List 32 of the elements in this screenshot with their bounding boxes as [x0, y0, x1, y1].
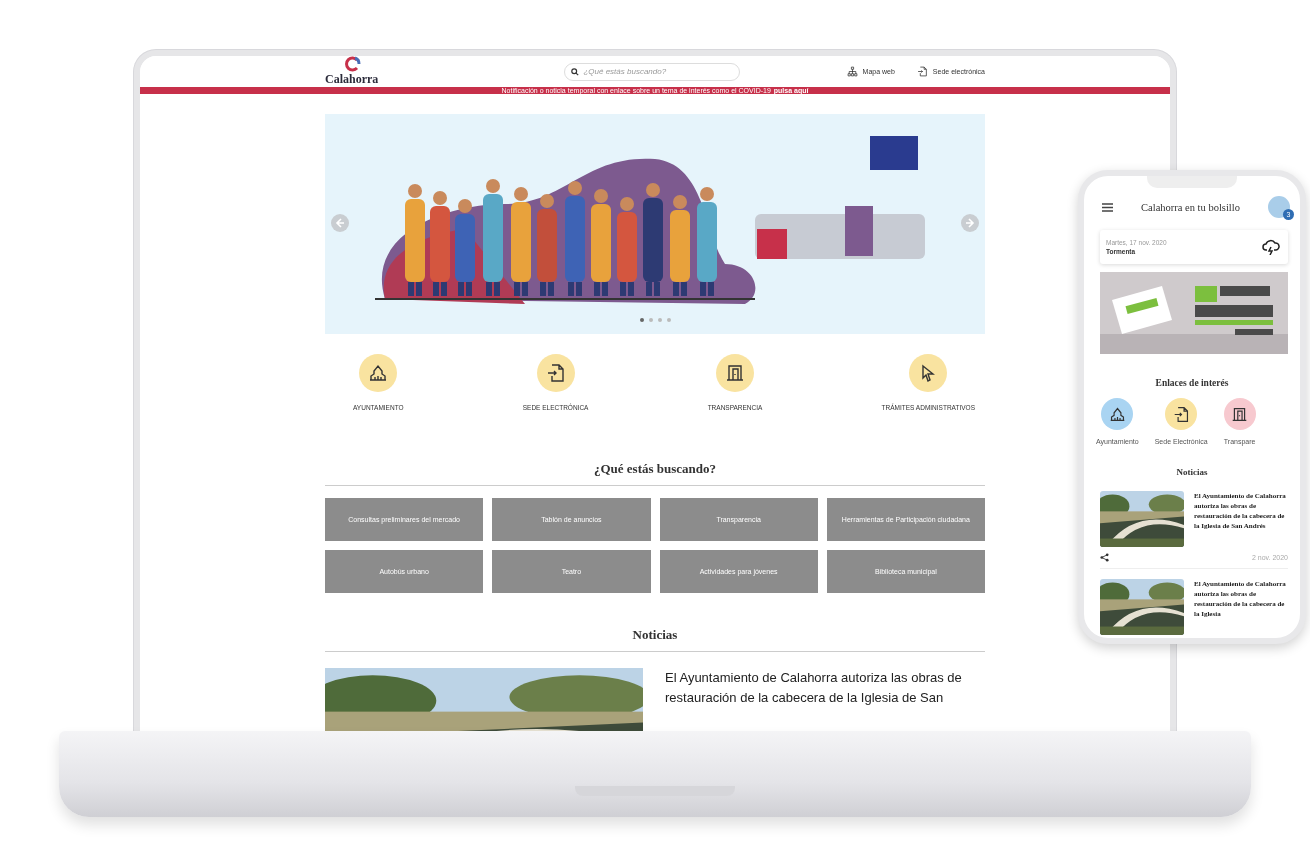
search-field[interactable]: ¿Qué estás buscando? [564, 62, 741, 81]
sitemap-icon [846, 66, 858, 77]
building-icon [368, 363, 389, 383]
document-icon [1172, 405, 1190, 423]
quick-link-button[interactable] [716, 354, 754, 392]
carousel-dot[interactable] [639, 318, 644, 322]
link-button[interactable] [1223, 398, 1256, 430]
door-icon [1231, 405, 1249, 423]
link-button[interactable] [1101, 398, 1134, 430]
door-icon [725, 363, 745, 383]
section-heading: Noticias [325, 627, 985, 652]
logo-icon [342, 56, 361, 72]
storm-cloud-icon [1262, 239, 1280, 255]
share-icon[interactable] [1100, 553, 1109, 562]
carousel-dot[interactable] [666, 318, 671, 322]
section-heading: Noticias [1175, 467, 1209, 477]
building-icon [1108, 405, 1126, 423]
search-icon [571, 67, 580, 76]
document-icon [545, 363, 566, 383]
quick-link-button[interactable] [359, 354, 398, 392]
carousel-dot[interactable] [648, 318, 653, 322]
section-heading: Enlaces de interés [1154, 378, 1230, 388]
app-title: Calahorra en tu bolsillo [1141, 201, 1240, 213]
link-button[interactable] [1165, 398, 1198, 430]
logo-text: Calahorra [325, 72, 379, 87]
menu-icon[interactable] [1102, 202, 1113, 212]
quick-link-button[interactable] [909, 354, 948, 392]
section-heading: ¿Qué estás buscando? [325, 461, 985, 486]
carousel-dot[interactable] [657, 318, 662, 322]
quick-link-button[interactable] [536, 354, 575, 392]
document-icon [916, 66, 928, 77]
news-headline[interactable]: El Ayuntamiento de Calahorra autoriza las obras de restauración de la cabecera de la Iglesia de San [665, 668, 985, 731]
